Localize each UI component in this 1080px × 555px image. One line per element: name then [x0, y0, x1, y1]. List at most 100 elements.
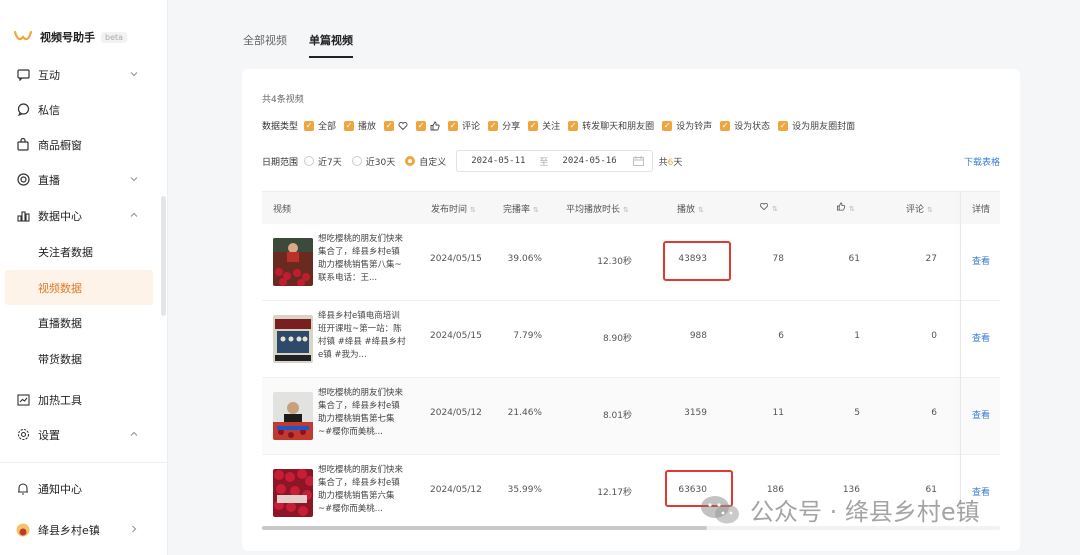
sidebar-item-showcase[interactable]: 商品橱窗	[0, 127, 168, 162]
logo-icon	[14, 30, 32, 41]
sidebar-subitem-followers[interactable]: 关注者数据	[0, 234, 168, 269]
col-thumbs[interactable]: ⇅	[836, 202, 855, 214]
sidebar-item-messages[interactable]: 私信	[0, 92, 168, 127]
checkbox-thumbs[interactable]: ✓	[416, 120, 440, 131]
checkbox-likes[interactable]: ✓	[384, 120, 408, 131]
watermark: 公众号 · 绛县乡村e镇	[698, 492, 980, 527]
col-avg-duration[interactable]: 平均播放时长 ⇅	[566, 202, 629, 215]
heart-icon	[398, 121, 408, 130]
checkbox-follows[interactable]: ✓ 关注	[528, 119, 560, 132]
video-thumbnail[interactable]	[273, 469, 313, 517]
sidebar-subitem-sales-data[interactable]: 带货数据	[0, 341, 168, 376]
sort-icon: ⇅	[772, 205, 778, 213]
radio-label: 近30天	[365, 157, 396, 168]
view-detail-link[interactable]: 查看	[972, 254, 990, 267]
checkbox-moments-cover[interactable]: ✓ 设为朋友圈封面	[778, 119, 855, 132]
sidebar-scrollbar[interactable]	[161, 196, 166, 316]
chevron-down-icon	[130, 72, 138, 77]
col-label: 平均播放时长	[566, 205, 621, 215]
end-date[interactable]: 2024-05-16	[562, 156, 616, 166]
video-tabs: 全部视频 单篇视频	[243, 32, 353, 58]
sidebar-item-interaction[interactable]: 互动	[0, 57, 168, 92]
col-completion[interactable]: 完播率 ⇅	[503, 202, 539, 215]
sidebar-item-notifications[interactable]: 通知中心	[0, 471, 168, 506]
col-plays[interactable]: 播放 ⇅	[677, 202, 704, 215]
bell-icon	[16, 482, 30, 496]
comments-count: 6	[931, 408, 937, 418]
tab-all-videos[interactable]: 全部视频	[243, 32, 287, 58]
checkbox-all[interactable]: ✓ 全部	[304, 119, 336, 132]
download-table-link[interactable]: 下载表格	[964, 155, 1000, 168]
col-publish-time[interactable]: 发布时间 ⇅	[431, 202, 476, 215]
sidebar-account[interactable]: 绛县乡村e镇	[0, 512, 168, 547]
sort-icon: ⇅	[533, 206, 539, 214]
scrollbar-thumb[interactable]	[262, 526, 707, 530]
checkbox-plays[interactable]: ✓ 播放	[344, 119, 376, 132]
radio-label: 近7天	[318, 157, 342, 168]
sort-icon: ⇅	[470, 206, 476, 214]
video-thumbnail[interactable]	[273, 392, 313, 440]
sort-icon: ⇅	[849, 205, 855, 213]
trend-chart-icon	[16, 393, 30, 407]
app-title: 视频号助手	[40, 31, 95, 44]
completion-rate: 39.06%	[507, 254, 542, 264]
radio-custom[interactable]: 自定义	[405, 155, 446, 168]
sidebar-item-label: 通知中心	[38, 482, 82, 496]
live-circle-icon	[16, 173, 30, 187]
sidebar-subitem-video-data[interactable]: 视频数据	[5, 270, 153, 305]
sidebar-subitem-live-data[interactable]: 直播数据	[0, 305, 168, 340]
video-thumbnail[interactable]	[273, 315, 313, 363]
checkbox-label: 转发聊天和朋友圈	[582, 122, 655, 132]
col-comments[interactable]: 评论 ⇅	[906, 202, 933, 215]
checkbox-label: 分享	[502, 122, 521, 132]
wechat-icon	[701, 495, 739, 523]
gear-icon	[16, 428, 30, 442]
sidebar-item-data-center[interactable]: 数据中心	[0, 198, 168, 233]
completion-rate: 7.79%	[513, 331, 542, 341]
radio-last-30-days[interactable]: 近30天	[351, 155, 396, 168]
view-detail-link[interactable]: 查看	[972, 408, 990, 421]
table-row[interactable]: 想吃樱桃的朋友们快来集合了，绛县乡村e镇助力樱桃销售第八集~联系电话：王... …	[262, 224, 1000, 301]
table-row[interactable]: 绛县乡村e镇电商培训班开课啦~第一站：陈村镇 #绛县 #绛县乡村e镇 #我为..…	[262, 301, 1000, 378]
col-likes[interactable]: ⇅	[759, 202, 778, 214]
sidebar-item-label: 互动	[38, 68, 60, 82]
sidebar-item-label: 设置	[38, 428, 60, 442]
checkbox-comments[interactable]: ✓ 评论	[448, 119, 480, 132]
start-date[interactable]: 2024-05-11	[471, 156, 525, 166]
chevron-down-icon	[130, 177, 138, 182]
radio-last-7-days[interactable]: 近7天	[304, 155, 342, 168]
thumbs-up-icon	[836, 202, 846, 211]
sidebar-item-live[interactable]: 直播	[0, 162, 168, 197]
checkbox-forward[interactable]: ✓ 转发聊天和朋友圈	[568, 119, 654, 132]
checkbox-status[interactable]: ✓ 设为状态	[720, 119, 770, 132]
sidebar-item-label: 商品橱窗	[38, 138, 82, 152]
video-thumbnail[interactable]	[273, 238, 313, 286]
sidebar-item-boost-tools[interactable]: 加热工具	[0, 382, 168, 417]
likes-count: 11	[772, 408, 784, 418]
sidebar-divider	[0, 462, 168, 463]
checkbox-label: 全部	[318, 122, 337, 132]
checkbox-label: 评论	[462, 122, 481, 132]
view-detail-link[interactable]: 查看	[972, 331, 990, 344]
sidebar-item-settings[interactable]: 设置	[0, 417, 168, 452]
checkbox-ringtone[interactable]: ✓ 设为铃声	[662, 119, 712, 132]
col-label: 发布时间	[431, 205, 468, 215]
video-title: 想吃樱桃的朋友们快来集合了，绛县乡村e镇助力樱桃销售第七集~#樱你而美桃...	[318, 388, 404, 437]
radio-circle	[351, 156, 362, 166]
video-title: 想吃樱桃的朋友们快来集合了，绛县乡村e镇助力樱桃销售第六集~#樱你而美桃...	[318, 465, 404, 514]
checkbox-label: 设为朋友圈封面	[792, 122, 856, 132]
video-table: 视频 发布时间 ⇅ 完播率 ⇅ 平均播放时长 ⇅ 播放 ⇅ ⇅ ⇅ 评论 ⇅ 详情 想吃樱…	[262, 191, 1000, 521]
date-range-picker[interactable]: 2024-05-11 至 2024-05-16	[456, 150, 653, 172]
publish-date: 2024/05/15	[430, 254, 482, 264]
video-title: 想吃樱桃的朋友们快来集合了，绛县乡村e镇助力樱桃销售第八集~联系电话：王...	[318, 234, 404, 283]
publish-date: 2024/05/12	[430, 485, 482, 495]
watermark-text: 公众号 · 绛县乡村e镇	[750, 498, 980, 526]
col-label: 评论	[906, 205, 925, 215]
chevron-up-icon	[130, 431, 138, 436]
avg-play-duration: 12.17秒	[597, 488, 632, 498]
radio-circle	[304, 156, 315, 166]
check-icon: ✓	[528, 120, 539, 131]
checkbox-shares[interactable]: ✓ 分享	[488, 119, 520, 132]
table-row[interactable]: 想吃樱桃的朋友们快来集合了，绛县乡村e镇助力樱桃销售第七集~#樱你而美桃... …	[262, 378, 1000, 455]
tab-single-video[interactable]: 单篇视频	[309, 32, 353, 58]
